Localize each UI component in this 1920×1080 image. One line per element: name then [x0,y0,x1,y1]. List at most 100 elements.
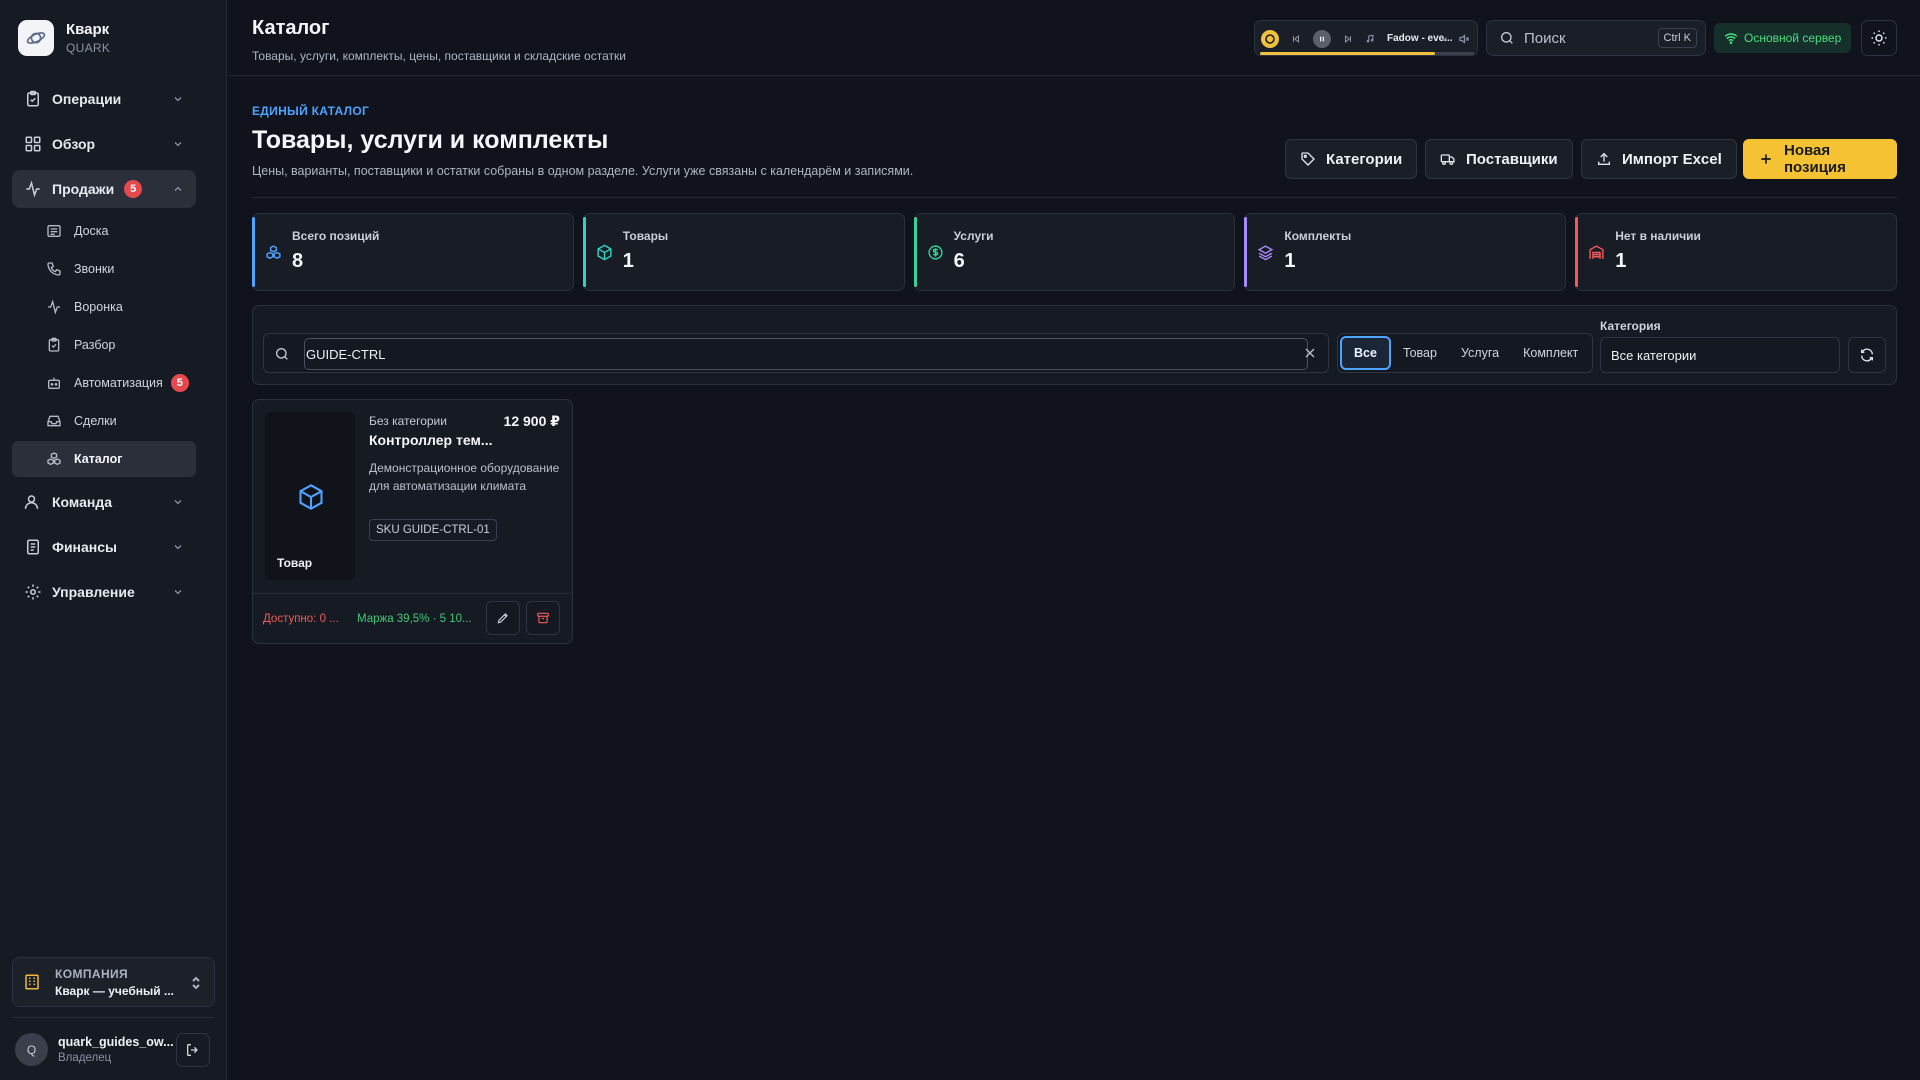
stat-card-bundles[interactable]: Комплекты 1 [1244,213,1567,291]
sidebar-item-review[interactable]: Разбор [12,327,196,363]
player-logo-icon[interactable] [1261,30,1279,48]
brand[interactable]: Кварк QUARK [18,20,110,56]
nav-item-team[interactable]: Команда [12,483,196,521]
robot-icon [46,375,62,391]
gear-icon [24,583,42,601]
button-label: Новая позиция [1784,142,1846,176]
section-title: Товары, услуги и комплекты [252,126,609,154]
refresh-icon [1859,347,1875,363]
sidebar: Кварк QUARK Операции Обзор Продажи 5 Дос… [0,0,227,1080]
global-search[interactable]: Поиск Ctrl K [1486,20,1706,56]
edit-button[interactable] [486,601,520,635]
product-description: Демонстрационное оборудование для автома… [369,461,560,493]
page-title: Каталог [252,17,330,39]
next-track-icon[interactable] [1339,30,1357,48]
previous-track-icon[interactable] [1287,30,1305,48]
user-profile[interactable]: Q quark_guides_ow... Владелец [15,1033,174,1066]
section-description: Цены, варианты, поставщики и остатки соб… [252,164,914,178]
pause-icon[interactable] [1313,30,1331,48]
playback-progress-fill [1260,52,1436,55]
suppliers-button[interactable]: Поставщики [1425,139,1573,179]
sidebar-item-catalog[interactable]: Каталог [12,441,196,477]
nav-label: Финансы [52,539,117,555]
keyboard-shortcut: Ctrl K [1657,28,1697,48]
product-name[interactable]: Контроллер тем... [369,432,494,448]
type-filter-all[interactable]: Все [1340,336,1391,370]
server-status[interactable]: Основной сервер [1714,23,1852,53]
archive-icon [536,611,550,625]
stat-label: Нет в наличии [1615,229,1701,243]
filter-panel: Все Товар Услуга Комплект Категория Все … [252,305,1897,385]
stat-label: Товары [622,229,669,243]
type-filter-bundle[interactable]: Комплект [1511,336,1590,370]
mute-icon[interactable] [1455,30,1473,48]
divider [12,1017,215,1018]
sidebar-item-label: Доска [74,224,109,238]
layers-icon [1257,244,1274,261]
stat-accent [252,217,255,287]
stat-card-out-of-stock[interactable]: Нет в наличии 1 [1575,213,1897,291]
avatar: Q [15,1033,48,1066]
new-item-button[interactable]: Новая позиция [1743,139,1897,179]
category-label: Категория [1600,319,1661,333]
archive-button[interactable] [526,601,560,635]
logout-button[interactable] [176,1033,210,1067]
chevron-down-icon[interactable] [1435,30,1453,48]
type-filter-product[interactable]: Товар [1391,336,1449,370]
stat-label: Всего позиций [292,229,380,243]
button-label: Поставщики [1466,150,1558,168]
phone-icon [46,261,62,277]
app-logo-icon [18,20,54,56]
refresh-button[interactable] [1848,337,1886,373]
playback-progress[interactable] [1260,52,1474,55]
stat-card-products[interactable]: Товары 1 [582,213,905,291]
main-nav: Операции Обзор Продажи 5 Доска Звонки Во… [12,80,196,618]
section-eyebrow: ЕДИНЫЙ КАТАЛОГ [252,104,370,118]
product-type: Товар [277,556,313,570]
category-select[interactable]: Все категории [1600,337,1840,373]
stat-value: 1 [622,250,634,272]
box-icon [596,244,613,261]
music-player: Fadow - eve... [1254,20,1478,56]
search-placeholder: Поиск [1524,29,1566,47]
track-title: Fadow - eve... [1387,33,1453,44]
page-subtitle: Товары, услуги, комплекты, цены, поставщ… [252,49,626,63]
app-subtitle: QUARK [66,41,111,55]
sidebar-item-calls[interactable]: Звонки [12,251,196,287]
stat-card-services[interactable]: Услуги 6 [913,213,1236,291]
upload-icon [1596,151,1612,167]
sidebar-item-funnel[interactable]: Воронка [12,289,196,325]
stats-row: Всего позиций 8 Товары 1 Услуги 6 Компле… [252,213,1897,291]
inbox-icon [46,413,62,429]
activity-icon [46,299,62,315]
clear-search-icon[interactable] [1302,345,1318,361]
nav-label: Управление [52,584,135,600]
nav-item-operations[interactable]: Операции [12,80,196,118]
nav-item-overview[interactable]: Обзор [12,125,196,163]
nav-item-management[interactable]: Управление [12,573,196,611]
sidebar-item-deals[interactable]: Сделки [12,403,196,439]
chevron-down-icon [172,586,184,598]
categories-button[interactable]: Категории [1285,139,1418,179]
nav-label: Обзор [52,136,96,152]
user-icon [24,493,42,511]
stat-card-total[interactable]: Всего позиций 8 [252,213,574,291]
sidebar-item-automation[interactable]: Автоматизация 5 [12,365,196,401]
nav-item-sales[interactable]: Продажи 5 [12,170,196,208]
import-excel-button[interactable]: Импорт Excel [1581,139,1737,179]
type-filter-service[interactable]: Услуга [1449,336,1511,370]
nav-label: Продажи [52,181,115,197]
stat-accent [1244,217,1248,287]
company-name: Кварк — учебный ... [55,983,174,998]
catalog-search [263,333,1329,373]
theme-toggle-button[interactable] [1861,20,1897,56]
sidebar-item-label: Автоматизация [74,376,163,390]
sidebar-item-board[interactable]: Доска [12,213,196,249]
chevron-down-icon [172,93,184,105]
catalog-search-input[interactable] [304,338,1308,370]
type-filter: Все Товар Услуга Комплект [1337,333,1594,373]
nav-item-finance[interactable]: Финансы [12,528,196,566]
notification-badge: 5 [124,180,143,198]
company-switcher[interactable]: КОМПАНИЯ Кварк — учебный ... [12,957,215,1007]
product-card[interactable]: Товар Без категории 12 900 ₽ Контроллер … [252,399,573,644]
